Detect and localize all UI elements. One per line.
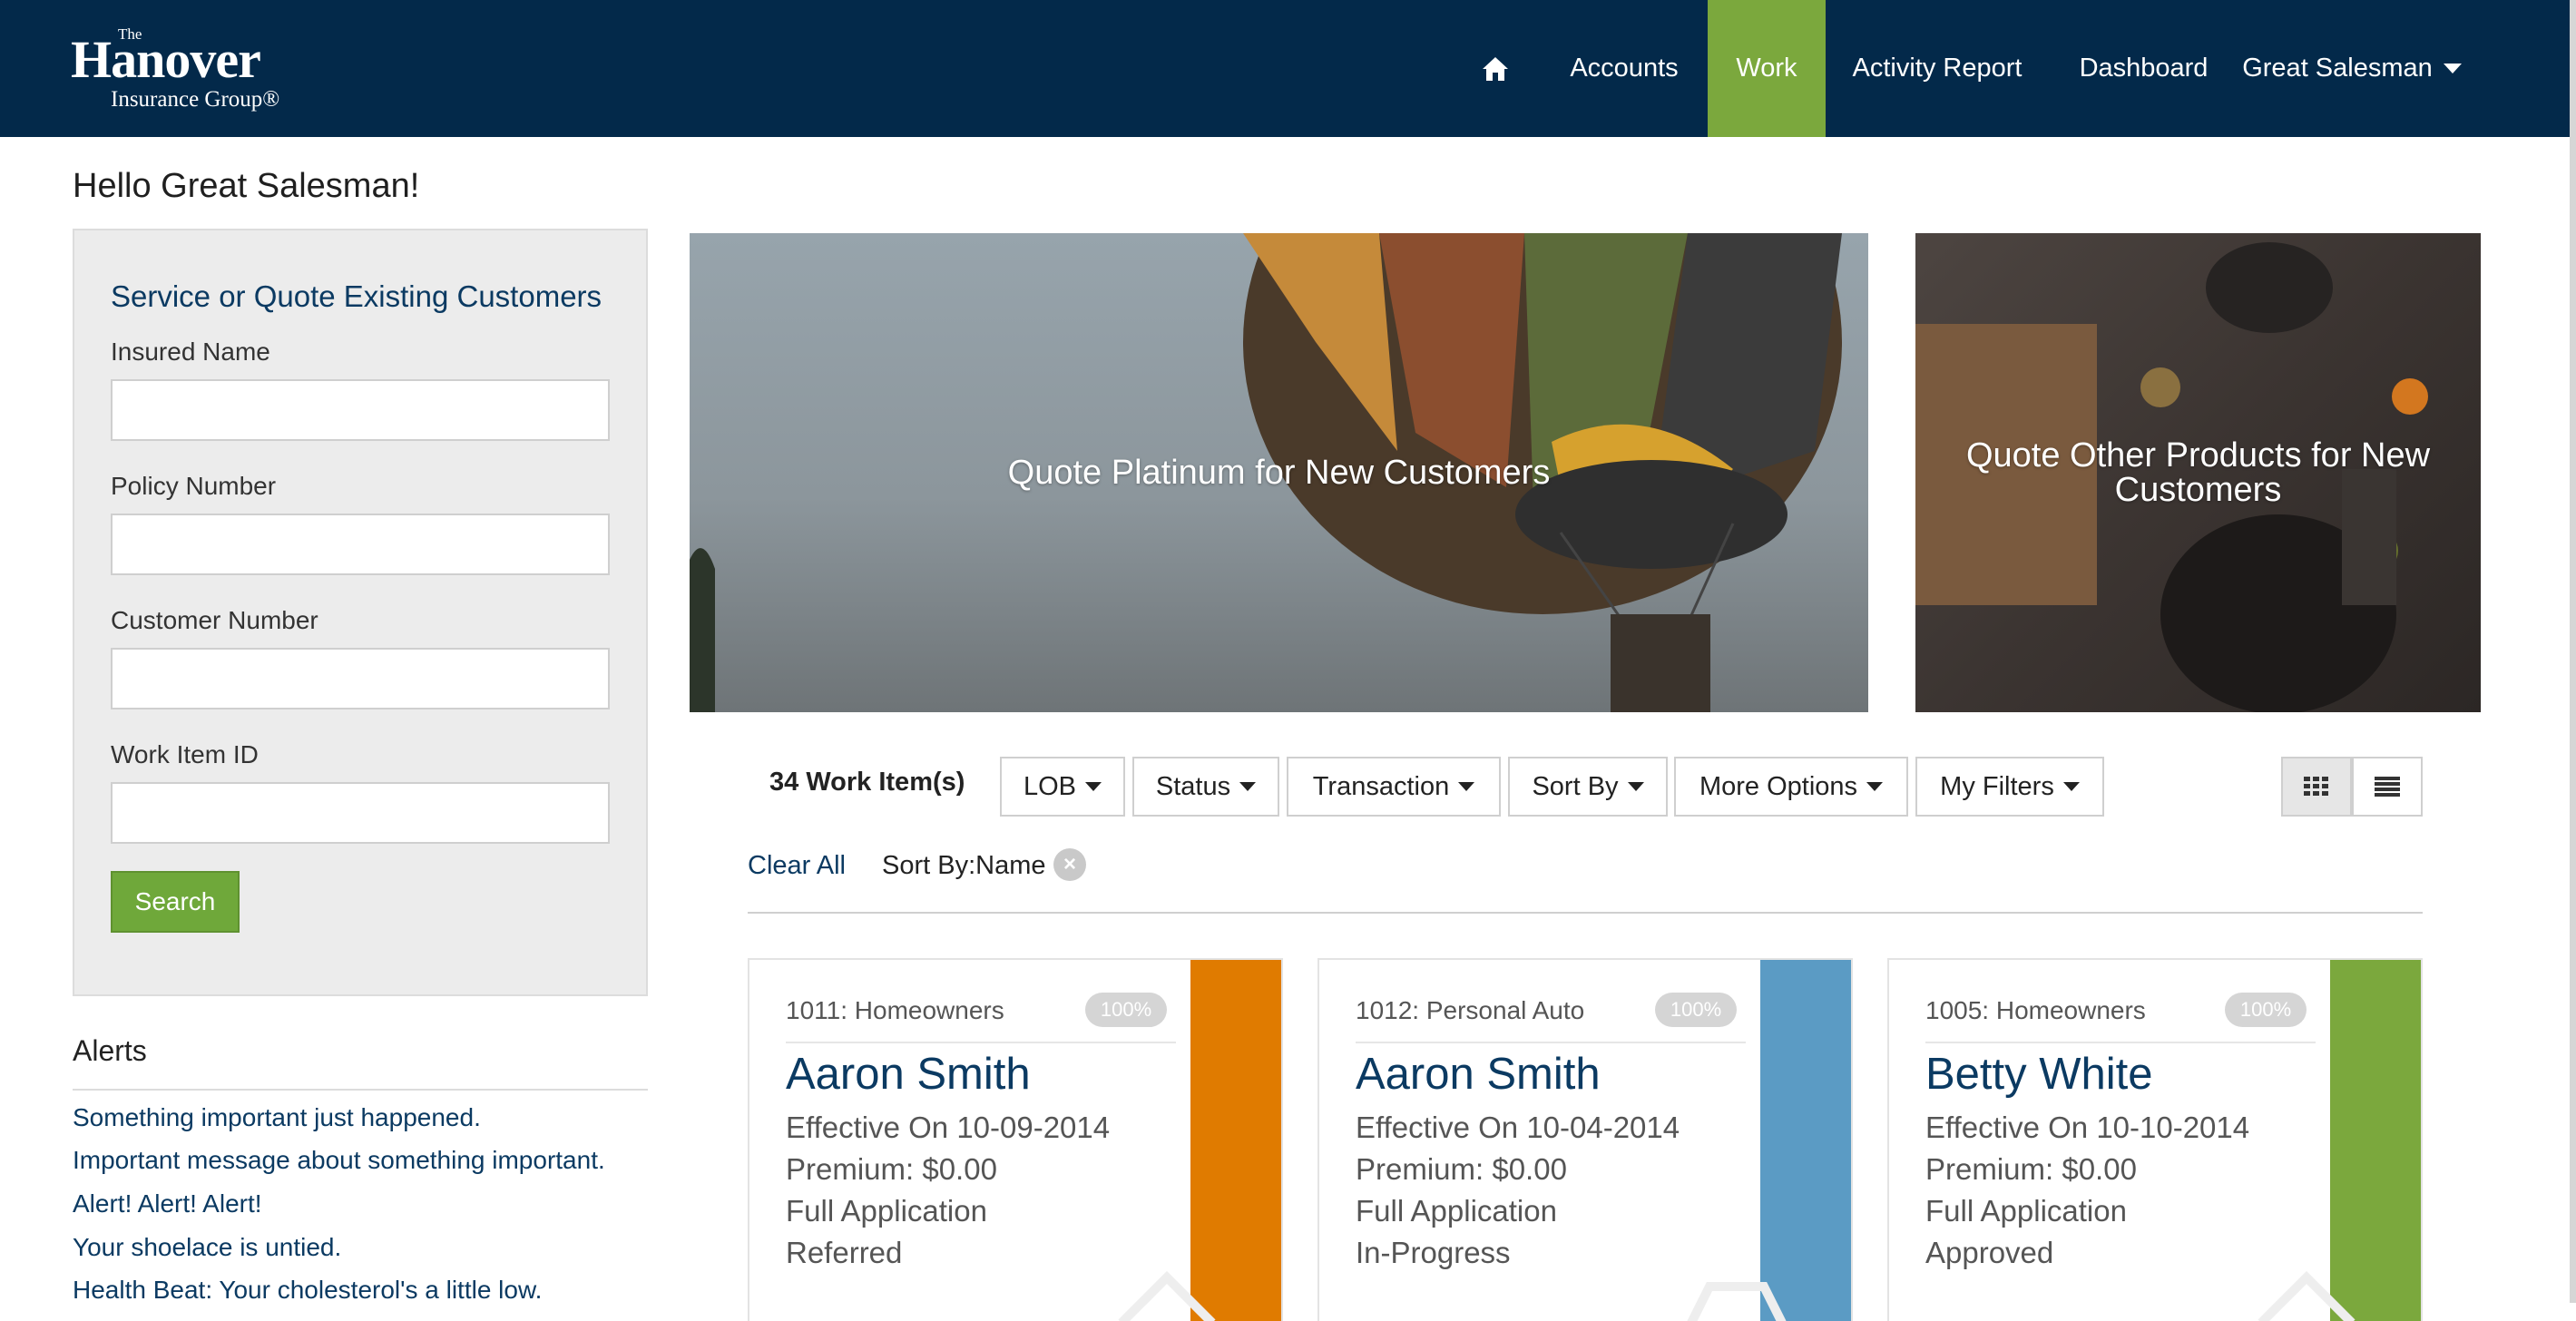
insured-name-input[interactable] [111, 379, 610, 441]
nav-activity-report-label: Activity Report [1852, 54, 2023, 83]
sort-by-label: Sort By [1532, 771, 1619, 801]
house-watermark-icon [2258, 1270, 2356, 1321]
greeting: Hello Great Salesman! [73, 167, 420, 205]
chevron-down-icon [1458, 782, 1475, 791]
nav-accounts-label: Accounts [1570, 54, 1679, 83]
work-item-status: Referred [786, 1236, 903, 1269]
clear-all-link[interactable]: Clear All [748, 851, 846, 881]
alerts-title: Alerts [73, 1034, 147, 1067]
customer-number-input[interactable] [111, 648, 610, 709]
car-watermark-icon [1687, 1282, 1787, 1321]
chevron-down-icon [1085, 782, 1102, 791]
insured-name: Betty White [1925, 1050, 2153, 1099]
search-panel-title: Service or Quote Existing Customers [111, 279, 602, 313]
effective-date: Effective On 10-04-2014 [1356, 1111, 1680, 1144]
work-item-header: 1011: Homeowners [786, 996, 1004, 1024]
grid-view-icon [2304, 777, 2328, 796]
status-filter-button[interactable]: Status [1132, 757, 1279, 817]
work-item-card[interactable]: 1005: Homeowners 100% Betty White Effect… [1887, 958, 2423, 1321]
more-options-label: More Options [1699, 771, 1858, 801]
logo-name: Hanover [71, 30, 261, 89]
home-icon [1483, 56, 1508, 81]
card-divider [786, 1042, 1176, 1043]
alert-item[interactable]: Alert! Alert! Alert! [73, 1189, 262, 1218]
progress-badge: 100% [1085, 993, 1167, 1027]
quote-platinum-text: Quote Platinum for New Customers [1007, 454, 1551, 492]
alerts-divider [73, 1089, 648, 1091]
nav-work[interactable]: Work [1708, 0, 1826, 137]
lob-filter-button[interactable]: LOB [1000, 757, 1125, 817]
chevron-down-icon [1239, 782, 1257, 791]
nav-dashboard-label: Dashboard [2079, 54, 2209, 83]
quote-platinum-tile[interactable]: Quote Platinum for New Customers [690, 233, 1868, 712]
hanover-logo[interactable]: The Hanover Insurance Group® [71, 24, 307, 114]
alert-item[interactable]: Something important just happened. [73, 1103, 481, 1132]
alert-item[interactable]: Your shoelace is untied. [73, 1233, 341, 1262]
chevron-down-icon [2443, 64, 2462, 73]
work-item-card[interactable]: 1011: Homeowners 100% Aaron Smith Effect… [748, 958, 1283, 1321]
remove-filter-icon[interactable]: × [1053, 848, 1086, 881]
my-filters-button[interactable]: My Filters [1915, 757, 2104, 817]
user-menu[interactable]: Great Salesman [2234, 0, 2470, 137]
my-filters-label: My Filters [1940, 771, 2054, 801]
work-item-id-label: Work Item ID [111, 740, 259, 768]
toolbar-divider [748, 912, 2423, 914]
logo-subtitle: Insurance Group® [111, 87, 280, 112]
quote-other-products-line2: Customers [2114, 471, 2282, 509]
page-scrollbar[interactable] [2570, 0, 2576, 1303]
grid-view-button[interactable] [2281, 757, 2352, 817]
chevron-down-icon [2062, 782, 2080, 791]
nav-home[interactable] [1470, 0, 1521, 137]
effective-date: Effective On 10-10-2014 [1925, 1111, 2250, 1144]
alert-item[interactable]: Important message about something import… [73, 1146, 605, 1175]
work-item-id-input[interactable] [111, 782, 610, 844]
nav-activity-report[interactable]: Activity Report [1833, 0, 2042, 137]
alert-item[interactable]: Health Beat: Your cholesterol's a little… [73, 1276, 542, 1305]
card-divider [1356, 1042, 1746, 1043]
list-view-icon [2375, 777, 2400, 797]
quote-other-products-tile[interactable]: Quote Other Products for New Customers [1915, 233, 2481, 712]
house-watermark-icon [1118, 1270, 1216, 1321]
customer-number-label: Customer Number [111, 606, 318, 634]
sort-by-chip: Sort By:Name [882, 851, 1046, 880]
lob-filter-label: LOB [1023, 771, 1077, 801]
transaction-type: Full Application [786, 1194, 987, 1228]
insured-name: Aaron Smith [786, 1050, 1031, 1099]
transaction-filter-label: Transaction [1312, 771, 1450, 801]
nav-dashboard[interactable]: Dashboard [2060, 0, 2228, 137]
policy-number-label: Policy Number [111, 472, 277, 500]
transaction-filter-button[interactable]: Transaction [1287, 757, 1501, 817]
work-item-status: Approved [1925, 1236, 2054, 1269]
premium: Premium: $0.00 [1356, 1152, 1567, 1186]
policy-number-input[interactable] [111, 514, 610, 575]
work-item-header: 1005: Homeowners [1925, 996, 2146, 1024]
transaction-type: Full Application [1356, 1194, 1557, 1228]
effective-date: Effective On 10-09-2014 [786, 1111, 1111, 1144]
transaction-type: Full Application [1925, 1194, 2127, 1228]
work-item-count: 34 Work Item(s) [769, 768, 965, 797]
insured-name: Aaron Smith [1356, 1050, 1601, 1099]
work-item-card[interactable]: 1012: Personal Auto 100% Aaron Smith Eff… [1317, 958, 1853, 1321]
progress-badge: 100% [1655, 993, 1737, 1027]
list-view-button[interactable] [2352, 757, 2423, 817]
chevron-down-icon [1866, 782, 1884, 791]
nav-work-label: Work [1736, 54, 1797, 83]
customer-search-panel: Service or Quote Existing Customers Insu… [73, 229, 648, 996]
status-filter-label: Status [1155, 771, 1231, 801]
user-menu-label: Great Salesman [2242, 54, 2433, 83]
search-button[interactable]: Search [111, 871, 240, 933]
progress-badge: 100% [2225, 993, 2307, 1027]
sort-by-button[interactable]: Sort By [1508, 757, 1668, 817]
premium: Premium: $0.00 [786, 1152, 997, 1186]
work-item-header: 1012: Personal Auto [1356, 996, 1585, 1024]
insured-name-label: Insured Name [111, 338, 270, 366]
more-options-button[interactable]: More Options [1674, 757, 1908, 817]
nav-accounts[interactable]: Accounts [1552, 0, 1697, 137]
quote-other-products-line1: Quote Other Products for New [1965, 436, 2431, 475]
card-divider [1925, 1042, 2316, 1043]
premium: Premium: $0.00 [1925, 1152, 2137, 1186]
chevron-down-icon [1627, 782, 1644, 791]
quote-other-products-text: Quote Other Products for New Customers [1966, 438, 2430, 507]
work-item-status: In-Progress [1356, 1236, 1511, 1269]
